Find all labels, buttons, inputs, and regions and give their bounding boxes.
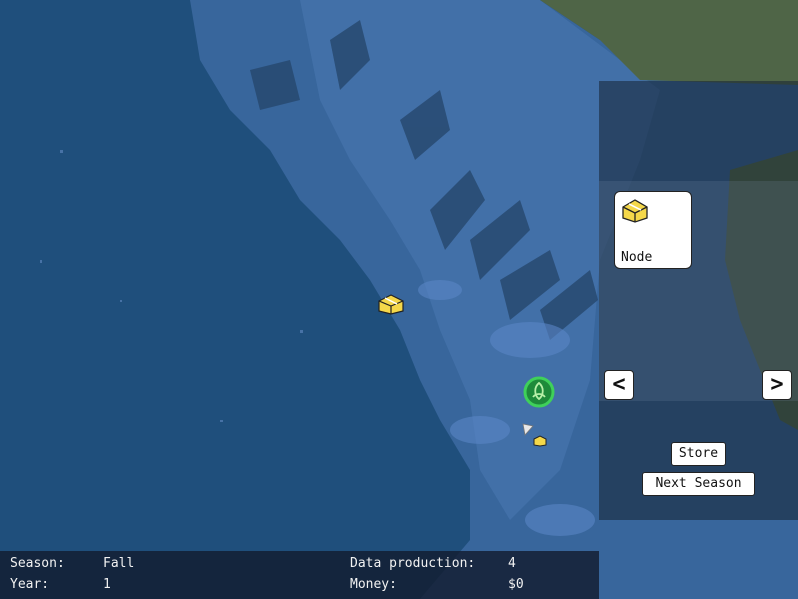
prev-card-button[interactable]: < (604, 370, 634, 400)
treasure-chest-icon (622, 199, 648, 223)
harvest-node-icon[interactable] (522, 375, 556, 409)
node-card[interactable]: Node (614, 191, 692, 269)
status-bar: Season: Fall Year: 1 Data production: 4 … (0, 551, 599, 599)
season-value: Fall (103, 556, 135, 571)
treasure-chest-icon[interactable] (377, 293, 405, 315)
year-value: 1 (103, 577, 111, 592)
money-value: $0 (508, 577, 524, 592)
store-button[interactable]: Store (671, 442, 726, 466)
small-chest-icon[interactable] (533, 435, 547, 447)
year-label: Year: (10, 577, 50, 592)
card-label: Node (621, 250, 653, 265)
next-card-button[interactable]: > (762, 370, 792, 400)
next-season-button[interactable]: Next Season (642, 472, 755, 496)
data-production-value: 4 (508, 556, 516, 571)
data-production-label: Data production: (350, 556, 476, 571)
season-label: Season: (10, 556, 65, 571)
money-label: Money: (350, 577, 397, 592)
